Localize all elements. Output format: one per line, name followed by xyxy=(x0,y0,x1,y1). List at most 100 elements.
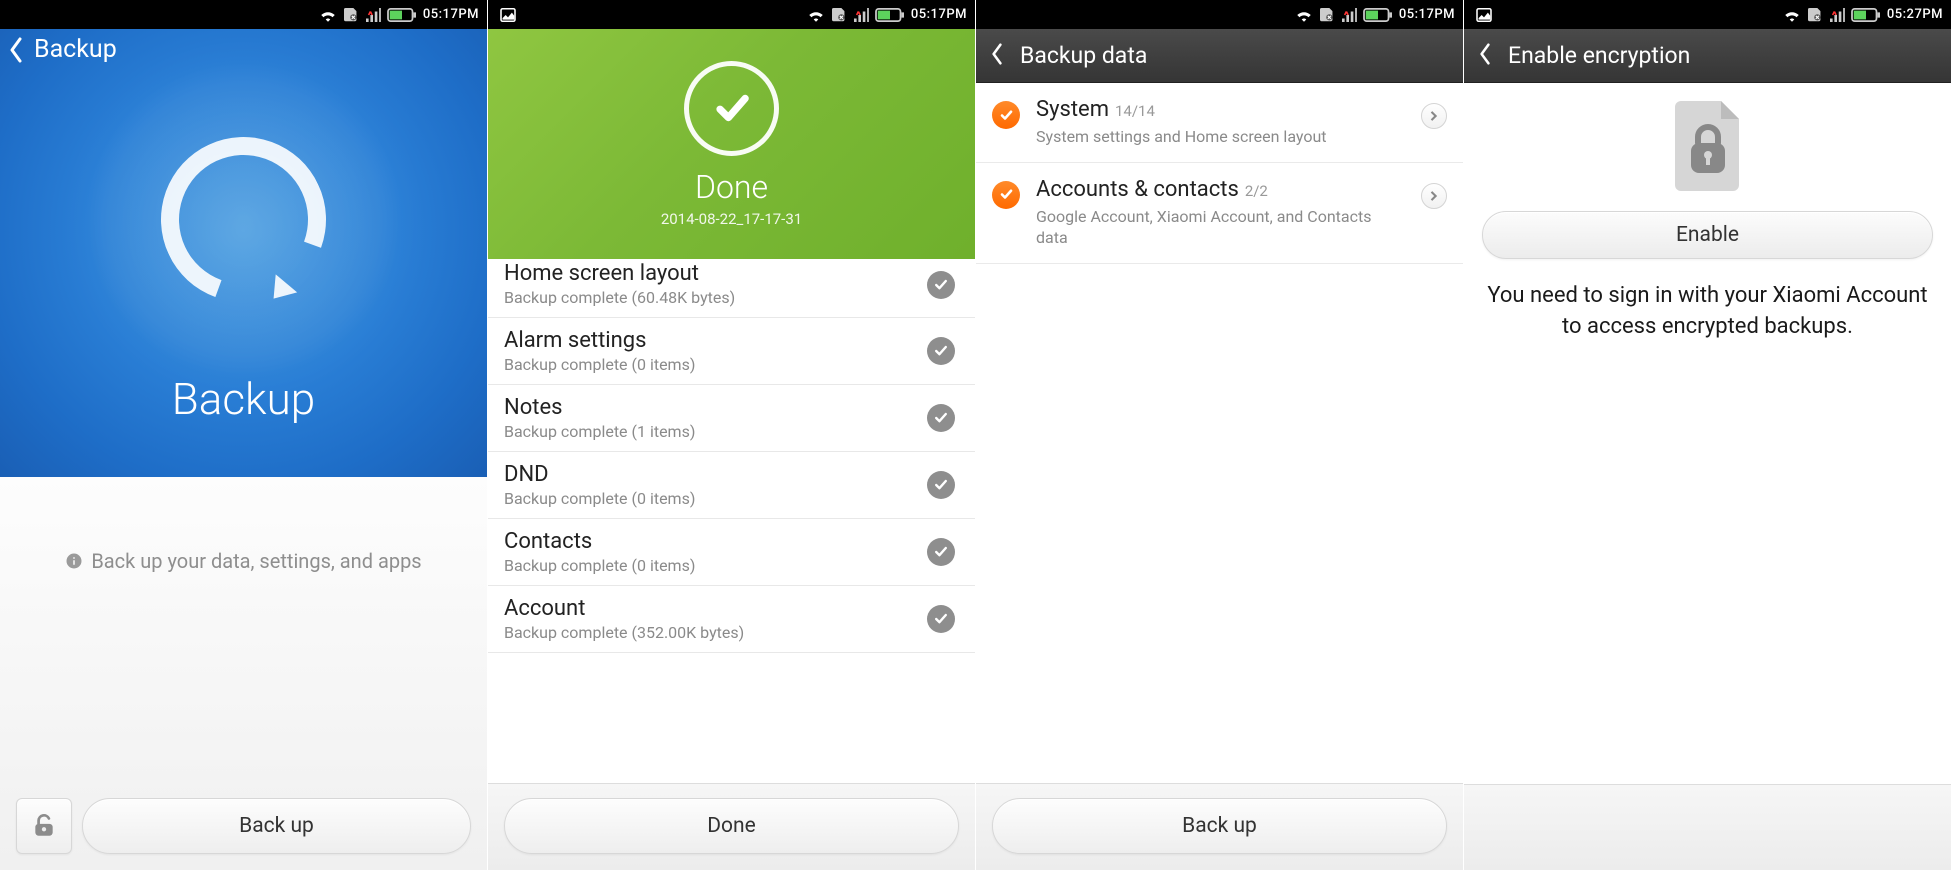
status-time: 05:17PM xyxy=(1399,7,1455,22)
check-complete-icon xyxy=(927,337,955,365)
check-selected-icon xyxy=(992,101,1020,129)
chevron-right-icon[interactable] xyxy=(1421,183,1447,209)
backup-item-row: Contacts Backup complete (0 items) xyxy=(488,519,975,586)
battery-icon xyxy=(387,8,417,22)
encryption-message: You need to sign in with your Xiaomi Acc… xyxy=(1482,281,1933,343)
backup-item-row: Account Backup complete (352.00K bytes) xyxy=(488,586,975,653)
status-time: 05:27PM xyxy=(1887,7,1943,22)
check-complete-icon xyxy=(927,538,955,566)
footer xyxy=(1464,784,1951,870)
nav-title: Backup xyxy=(34,35,117,64)
battery-icon xyxy=(875,8,905,22)
signal-icon xyxy=(365,8,381,22)
sim-icon xyxy=(1319,8,1335,22)
status-time: 05:17PM xyxy=(423,7,479,22)
signal-icon xyxy=(1341,8,1357,22)
nav-back[interactable] xyxy=(986,43,1008,69)
item-sub: Backup complete (60.48K bytes) xyxy=(504,288,913,307)
footer: Done xyxy=(488,783,975,870)
backup-item-list[interactable]: Home screen layout Backup complete (60.4… xyxy=(488,259,975,783)
wifi-icon xyxy=(319,8,337,22)
check-complete-icon xyxy=(927,404,955,432)
wifi-icon xyxy=(1783,8,1801,22)
done-hero: Done 2014-08-22_17-17-31 xyxy=(488,29,975,259)
wifi-icon xyxy=(807,8,825,22)
backup-lower: Back up your data, settings, and apps Ba… xyxy=(0,477,487,870)
nav-title: Backup data xyxy=(1020,42,1147,69)
item-sub: Backup complete (352.00K bytes) xyxy=(504,623,913,642)
item-sub: Backup complete (0 items) xyxy=(504,556,913,575)
check-complete-icon xyxy=(927,271,955,299)
footer: Back up xyxy=(976,783,1463,870)
check-complete-icon xyxy=(927,471,955,499)
nav-bar: Enable encryption xyxy=(1464,29,1951,83)
status-bar: 05:17PM xyxy=(0,0,487,29)
category-count: 14/14 xyxy=(1115,102,1155,120)
chevron-left-icon xyxy=(1474,43,1496,65)
item-sub: Backup complete (0 items) xyxy=(504,489,913,508)
category-count: 2/2 xyxy=(1245,182,1268,200)
backup-hint: Back up your data, settings, and apps xyxy=(0,549,487,573)
status-bar: 05:27PM xyxy=(1464,0,1951,29)
backup-category-row[interactable]: System 14/14 System settings and Home scr… xyxy=(976,83,1463,163)
status-bar: 05:17PM xyxy=(488,0,975,29)
status-bar: 05:17PM xyxy=(976,0,1463,29)
backup-item-row: Notes Backup complete (1 items) xyxy=(488,385,975,452)
chevron-left-icon xyxy=(8,37,24,63)
category-name: System xyxy=(1036,97,1109,122)
item-name: Account xyxy=(504,596,913,621)
backup-item-row: DND Backup complete (0 items) xyxy=(488,452,975,519)
category-sub: Google Account, Xiaomi Account, and Cont… xyxy=(1036,206,1405,249)
sim-icon xyxy=(343,8,359,22)
backup-button[interactable]: Back up xyxy=(992,798,1447,854)
chevron-right-icon[interactable] xyxy=(1421,103,1447,129)
category-sub: System settings and Home screen layout xyxy=(1036,126,1405,148)
check-complete-icon xyxy=(927,605,955,633)
battery-icon xyxy=(1363,8,1393,22)
image-icon xyxy=(500,8,516,22)
sim-icon xyxy=(831,8,847,22)
backup-button[interactable]: Back up xyxy=(82,798,471,854)
backup-item-row: Home screen layout Backup complete (60.4… xyxy=(488,259,975,318)
screen-backup-done: 05:17PM Done 2014-08-22_17-17-31 Home sc… xyxy=(488,0,975,870)
status-time: 05:17PM xyxy=(911,7,967,22)
backup-hero-icon xyxy=(114,89,374,349)
backup-item-row: Alarm settings Backup complete (0 items) xyxy=(488,318,975,385)
wifi-icon xyxy=(1295,8,1313,22)
enable-button[interactable]: Enable xyxy=(1482,211,1933,259)
item-name: Home screen layout xyxy=(504,261,913,286)
backup-category-row[interactable]: Accounts & contacts 2/2 Google Account, X… xyxy=(976,163,1463,264)
item-name: Notes xyxy=(504,395,913,420)
item-name: Contacts xyxy=(504,529,913,554)
item-name: Alarm settings xyxy=(504,328,913,353)
item-sub: Backup complete (0 items) xyxy=(504,355,913,374)
info-icon xyxy=(65,552,83,570)
item-sub: Backup complete (1 items) xyxy=(504,422,913,441)
done-timestamp: 2014-08-22_17-17-31 xyxy=(661,210,802,228)
signal-icon xyxy=(1829,8,1845,22)
encrypted-file-icon xyxy=(1663,95,1753,195)
done-label: Done xyxy=(695,168,768,206)
chevron-left-icon xyxy=(986,43,1008,65)
backup-category-list: System 14/14 System settings and Home scr… xyxy=(976,83,1463,783)
screen-backup-landing: 05:17PM Backup Backup Back up your data,… xyxy=(0,0,487,870)
battery-icon xyxy=(1851,8,1881,22)
item-name: DND xyxy=(504,462,913,487)
encryption-lock-button[interactable] xyxy=(16,798,72,854)
category-name: Accounts & contacts xyxy=(1036,177,1239,202)
done-button[interactable]: Done xyxy=(504,798,959,854)
check-selected-icon xyxy=(992,181,1020,209)
sim-icon xyxy=(1807,8,1823,22)
done-check-icon xyxy=(684,61,779,156)
image-icon xyxy=(1476,8,1492,22)
unlock-icon xyxy=(31,813,57,839)
nav-back[interactable] xyxy=(1474,43,1496,69)
nav-title: Enable encryption xyxy=(1508,42,1690,69)
encryption-body: Enable You need to sign in with your Xia… xyxy=(1464,83,1951,784)
nav-back[interactable]: Backup xyxy=(8,35,117,64)
backup-hero: Backup Backup xyxy=(0,29,487,477)
screen-enable-encryption: 05:27PM Enable encryption Enable You nee… xyxy=(1464,0,1951,870)
screen-backup-data: 05:17PM Backup data System 14/14 System s… xyxy=(976,0,1463,870)
signal-icon xyxy=(853,8,869,22)
nav-bar: Backup data xyxy=(976,29,1463,83)
